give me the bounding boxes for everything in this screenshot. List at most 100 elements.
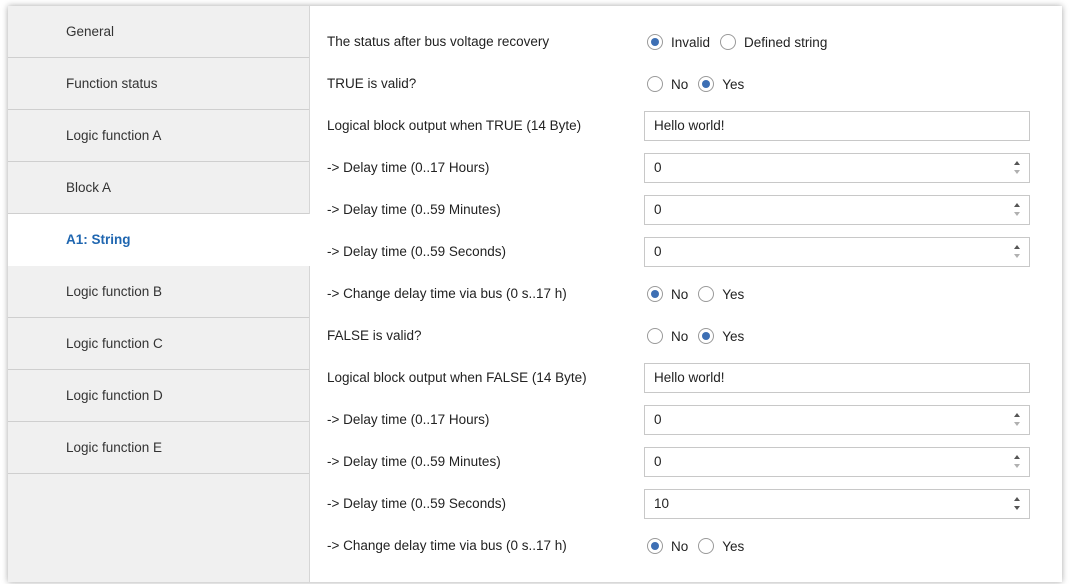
spinner-value: 0 [654, 454, 662, 469]
spin-down-icon[interactable] [1014, 212, 1020, 216]
spin-up-icon[interactable] [1014, 161, 1020, 165]
spin-arrows[interactable] [1014, 159, 1022, 177]
spin-up-icon[interactable] [1014, 413, 1020, 417]
param-row-false-change-delay: -> Change delay time via bus (0 s..17 h)… [310, 525, 1062, 567]
false-valid-radio-group: No Yes [647, 315, 754, 357]
param-label: -> Change delay time via bus (0 s..17 h) [327, 538, 567, 553]
true-valid-radio-group: No Yes [647, 63, 754, 105]
spin-arrows[interactable] [1014, 411, 1022, 429]
sidebar-item-general[interactable]: General [8, 6, 309, 58]
radio-checked-icon [647, 538, 663, 554]
sidebar: General Function status Logic function A… [8, 6, 311, 582]
param-row-true-change-delay: -> Change delay time via bus (0 s..17 h)… [310, 273, 1062, 315]
status-recovery-radio-group: Invalid Defined string [647, 21, 837, 63]
false-delay-seconds-spinner[interactable]: 10 [644, 489, 1030, 519]
radio-no[interactable]: No [647, 286, 688, 302]
spin-up-icon[interactable] [1014, 245, 1020, 249]
param-row-false-delay-hours: -> Delay time (0..17 Hours) 0 [310, 399, 1062, 441]
false-change-delay-radio-group: No Yes [647, 525, 754, 567]
spinner-value: 10 [654, 496, 670, 511]
param-row-true-delay-hours: -> Delay time (0..17 Hours) 0 [310, 147, 1062, 189]
true-output-input[interactable]: Hello world! [644, 111, 1030, 141]
param-row-false-delay-seconds: -> Delay time (0..59 Seconds) 10 [310, 483, 1062, 525]
param-label: -> Change delay time via bus (0 s..17 h) [327, 286, 567, 301]
radio-yes[interactable]: Yes [698, 538, 744, 554]
radio-label: Yes [722, 286, 745, 302]
radio-yes[interactable]: Yes [698, 76, 744, 92]
param-label: FALSE is valid? [327, 328, 422, 343]
param-label: -> Delay time (0..59 Seconds) [327, 244, 506, 259]
radio-label: No [671, 538, 689, 554]
radio-checked-icon [647, 286, 663, 302]
radio-checked-icon [647, 34, 663, 50]
spin-down-icon[interactable] [1014, 422, 1020, 426]
radio-label: Yes [722, 76, 745, 92]
sidebar-item-logic-function-e[interactable]: Logic function E [8, 422, 309, 474]
param-label: TRUE is valid? [327, 76, 417, 91]
spin-up-icon[interactable] [1014, 497, 1020, 501]
spin-down-icon[interactable] [1014, 170, 1020, 174]
param-row-true-valid: TRUE is valid? No Yes [310, 63, 1062, 105]
parameter-window: General Function status Logic function A… [8, 6, 1062, 582]
spin-up-icon[interactable] [1014, 455, 1020, 459]
radio-no[interactable]: No [647, 328, 688, 344]
true-delay-minutes-spinner[interactable]: 0 [644, 195, 1030, 225]
radio-yes[interactable]: Yes [698, 286, 744, 302]
param-label: The status after bus voltage recovery [327, 34, 550, 49]
spin-arrows[interactable] [1014, 201, 1022, 219]
radio-label: Invalid [671, 34, 711, 50]
radio-unchecked-icon [720, 34, 737, 50]
radio-label: No [671, 328, 689, 344]
sidebar-item-a1-string[interactable]: A1: String [8, 214, 311, 266]
spin-arrows[interactable] [1014, 453, 1022, 471]
radio-label: No [671, 286, 689, 302]
radio-defined-string[interactable]: Defined string [720, 34, 827, 50]
sidebar-item-logic-function-d[interactable]: Logic function D [8, 370, 309, 422]
param-label: -> Delay time (0..59 Seconds) [327, 496, 506, 511]
radio-invalid[interactable]: Invalid [647, 34, 710, 50]
radio-label: No [671, 76, 689, 92]
radio-unchecked-icon [647, 76, 663, 92]
param-row-false-valid: FALSE is valid? No Yes [310, 315, 1062, 357]
spinner-value: 0 [654, 244, 662, 259]
true-delay-hours-spinner[interactable]: 0 [644, 153, 1030, 183]
spin-down-icon[interactable] [1014, 506, 1020, 510]
spin-down-icon[interactable] [1014, 464, 1020, 468]
spin-arrows[interactable] [1014, 243, 1022, 261]
param-row-status-recovery: The status after bus voltage recovery In… [310, 21, 1062, 63]
spinner-value: 0 [654, 412, 662, 427]
parameter-panel: The status after bus voltage recovery In… [310, 6, 1062, 582]
spin-up-icon[interactable] [1014, 203, 1020, 207]
radio-checked-icon [698, 76, 715, 92]
radio-unchecked-icon [647, 328, 663, 344]
spin-arrows[interactable] [1014, 495, 1022, 513]
false-delay-minutes-spinner[interactable]: 0 [644, 447, 1030, 477]
radio-label: Yes [722, 538, 745, 554]
true-delay-seconds-spinner[interactable]: 0 [644, 237, 1030, 267]
sidebar-item-block-a[interactable]: Block A [8, 162, 309, 214]
spin-down-icon[interactable] [1014, 254, 1020, 258]
param-label: -> Delay time (0..17 Hours) [327, 412, 490, 427]
param-row-true-delay-seconds: -> Delay time (0..59 Seconds) 0 [310, 231, 1062, 273]
param-row-true-output: Logical block output when TRUE (14 Byte)… [310, 105, 1062, 147]
param-row-false-delay-minutes: -> Delay time (0..59 Minutes) 0 [310, 441, 1062, 483]
param-label: -> Delay time (0..59 Minutes) [327, 202, 501, 217]
sidebar-item-logic-function-c[interactable]: Logic function C [8, 318, 309, 370]
radio-no[interactable]: No [647, 538, 688, 554]
sidebar-item-function-status[interactable]: Function status [8, 58, 309, 110]
param-label: -> Delay time (0..17 Hours) [327, 160, 490, 175]
radio-unchecked-icon [698, 538, 715, 554]
true-change-delay-radio-group: No Yes [647, 273, 754, 315]
false-output-input[interactable]: Hello world! [644, 363, 1030, 393]
radio-no[interactable]: No [647, 76, 688, 92]
sidebar-item-logic-function-a[interactable]: Logic function A [8, 110, 309, 162]
sidebar-item-logic-function-b[interactable]: Logic function B [8, 266, 309, 318]
param-label: Logical block output when TRUE (14 Byte) [327, 118, 582, 133]
radio-yes[interactable]: Yes [698, 328, 744, 344]
spinner-value: 0 [654, 160, 662, 175]
spinner-value: 0 [654, 202, 662, 217]
param-label: Logical block output when FALSE (14 Byte… [327, 370, 587, 385]
false-delay-hours-spinner[interactable]: 0 [644, 405, 1030, 435]
param-row-true-delay-minutes: -> Delay time (0..59 Minutes) 0 [310, 189, 1062, 231]
param-row-false-output: Logical block output when FALSE (14 Byte… [310, 357, 1062, 399]
